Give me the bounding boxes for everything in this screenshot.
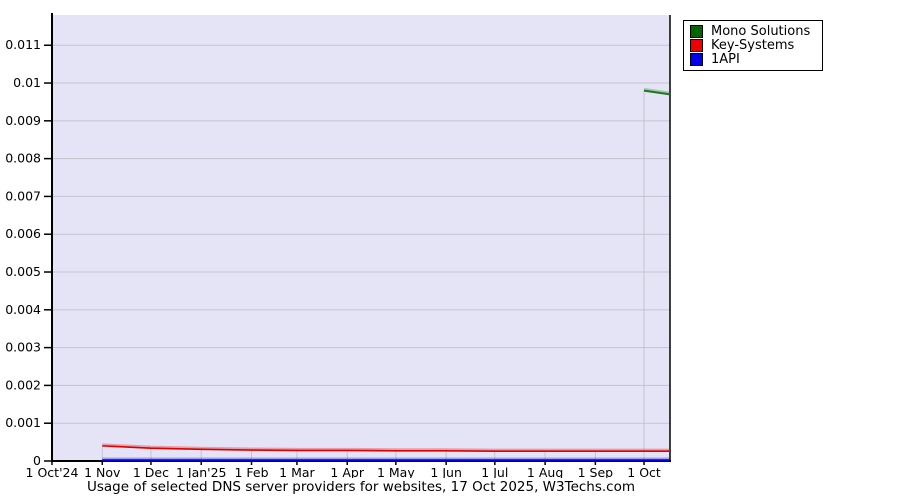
y-tick-label: 0.004 [5,302,41,317]
x-tick-label: 1 Dec [133,465,169,478]
chart-title: Usage of selected DNS server providers f… [86,479,636,495]
y-tick-label: 0.005 [5,264,41,279]
chart-page: 0 0.001 0.002 0.003 0.004 0.005 0.006 0.007 0.00… [0,0,900,500]
y-tick-label: 0.002 [5,377,41,392]
y-tick-label: 0.006 [5,226,41,241]
x-tick-label: 1 Nov [84,465,121,478]
legend-swatch-mono-solutions [690,25,703,38]
legend-swatch-key-systems [690,39,703,52]
x-tick-label: 1 Jul [481,465,508,478]
y-tick-label: 0.001 [5,415,41,430]
y-tick-label: 0.01 [13,75,41,90]
x-tick-label: 1 Jun [430,465,461,478]
x-tick-label: 1 Aug [527,465,563,478]
x-tick-label: 1 Oct'24 [26,465,79,478]
y-tick-label: 0.008 [5,151,41,166]
x-tick-label: 1 Feb [234,465,268,478]
x-tick-label: 1 May [377,465,415,478]
x-tick-label: 1 Jan'25 [176,465,227,478]
x-tick-label: 1 Sep [578,465,614,478]
legend-label-key-systems: Key-Systems [711,38,795,53]
y-tick-label: 0.007 [5,188,41,203]
y-tick-label: 0.003 [5,340,41,355]
chart-legend: Mono Solutions Key-Systems 1API [683,20,824,71]
legend-item-1api: 1API [690,53,810,66]
legend-item-mono-solutions: Mono Solutions [690,25,810,38]
legend-label-1api: 1API [711,52,740,67]
legend-label-mono-solutions: Mono Solutions [711,24,811,39]
legend-swatch-1api [690,53,703,66]
y-tick-label: 0.011 [5,37,41,52]
y-tick-label: 0.009 [5,113,41,128]
legend-item-key-systems: Key-Systems [690,39,810,52]
dns-usage-trend-chart: 00.0010.0020.0030.0040.0050.0060.0070.00… [5,13,671,478]
plot-area [52,15,670,461]
x-tick-label: 1 Apr [330,465,364,478]
x-tick-label: 1 Oct [627,465,661,478]
x-tick-label: 1 Mar [279,465,315,478]
